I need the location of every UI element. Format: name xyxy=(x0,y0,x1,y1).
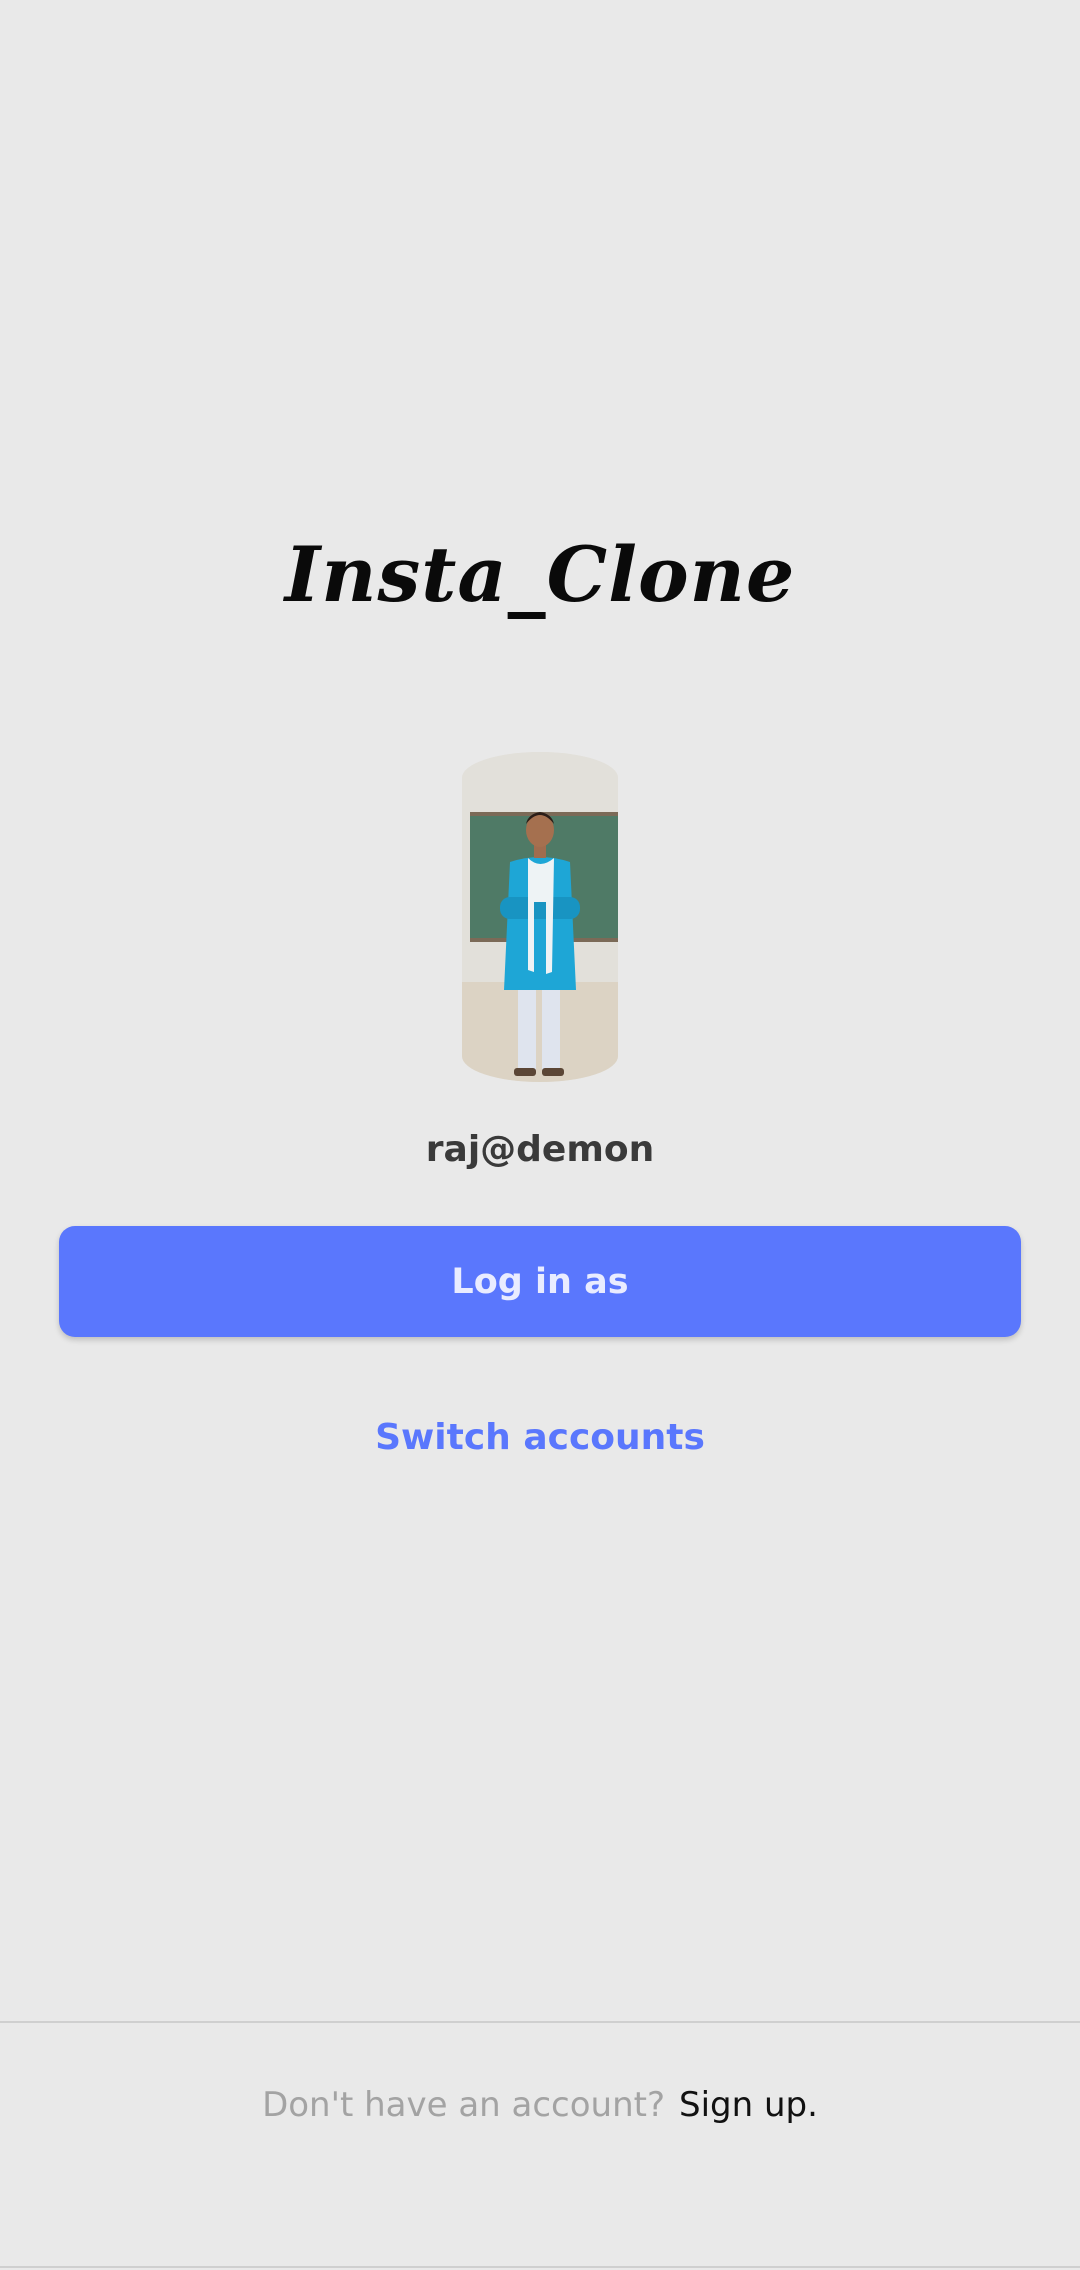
login-screen: Insta_Clone raj@demon Log in as Switch a… xyxy=(0,0,1080,2270)
signup-prompt: Don't have an account? xyxy=(262,2085,666,2125)
bottom-divider xyxy=(0,2266,1080,2268)
username-label: raj@demon xyxy=(425,1129,655,1170)
app-title: Insta_Clone xyxy=(284,530,796,619)
signup-footer: Don't have an account? Sign up. xyxy=(0,2075,1080,2135)
profile-avatar[interactable] xyxy=(462,752,618,1082)
switch-accounts-link[interactable]: Switch accounts xyxy=(0,1408,1080,1468)
login-as-label: Log in as xyxy=(451,1261,629,1302)
footer-divider xyxy=(0,2021,1080,2023)
avatar-photo xyxy=(462,752,618,1082)
login-as-button[interactable]: Log in as xyxy=(59,1226,1021,1337)
signup-link[interactable]: Sign up. xyxy=(679,2085,818,2125)
